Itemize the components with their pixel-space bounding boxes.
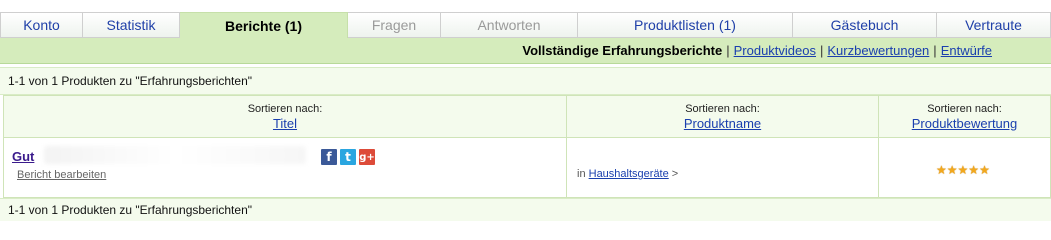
tab-produktlisten[interactable]: Produktlisten (1) bbox=[578, 12, 793, 38]
results-count-top: 1-1 von 1 Produkten zu "Erfahrungsberich… bbox=[0, 67, 1051, 95]
subnav-separator: | bbox=[726, 43, 730, 58]
column-header-title: Sortieren nach: Titel bbox=[3, 95, 567, 138]
social-share-buttons: f t g+ bbox=[321, 149, 375, 165]
column-header-product: Sortieren nach: Produktname bbox=[567, 95, 879, 138]
column-header-rating: Sortieren nach: Produktbewertung bbox=[879, 95, 1051, 138]
subnav-separator: | bbox=[820, 43, 824, 58]
star-icon: ★ bbox=[979, 163, 990, 177]
report-title-link[interactable]: Gut bbox=[12, 149, 34, 164]
subnav-link-produktvideos[interactable]: Produktvideos bbox=[734, 43, 816, 58]
table-row-product-cell: in Haushaltsgeräte > bbox=[567, 138, 879, 198]
tab-antworten: Antworten bbox=[441, 12, 578, 38]
facebook-icon[interactable]: f bbox=[321, 149, 337, 165]
results-count-text: 1-1 von 1 Produkten zu "Erfahrungsberich… bbox=[8, 74, 252, 88]
subnav-link-entwuerfe[interactable]: Entwürfe bbox=[941, 43, 992, 58]
table-row-rating-cell: ★ ★ ★ ★ ★ bbox=[879, 138, 1051, 198]
edit-report-link[interactable]: Bericht bearbeiten bbox=[17, 169, 106, 181]
report-subnav: Vollständige Erfahrungsberichte | Produk… bbox=[0, 38, 1051, 64]
category-suffix: > bbox=[671, 168, 679, 180]
star-icon: ★ bbox=[957, 163, 969, 177]
tab-fragen: Fragen bbox=[348, 12, 441, 38]
subnav-separator: | bbox=[933, 43, 937, 58]
tab-statistik[interactable]: Statistik bbox=[83, 12, 180, 38]
tab-vertraute[interactable]: Vertraute bbox=[937, 12, 1051, 38]
sort-by-title-link[interactable]: Titel bbox=[273, 116, 297, 131]
sort-label: Sortieren nach: bbox=[247, 103, 323, 115]
subnav-current: Vollständige Erfahrungsberichte bbox=[522, 43, 723, 58]
sort-label: Sortieren nach: bbox=[927, 103, 1002, 115]
table-row-title-cell: Gut Bericht bearbeiten f t g+ bbox=[3, 138, 567, 198]
tab-konto[interactable]: Konto bbox=[0, 12, 83, 38]
reports-table: Sortieren nach: Titel Sortieren nach: Pr… bbox=[0, 95, 1051, 198]
sort-by-rating-link[interactable]: Produktbewertung bbox=[912, 116, 1018, 131]
tab-gaestebuch[interactable]: Gästebuch bbox=[793, 12, 937, 38]
main-tab-bar: Konto Statistik Berichte (1) Fragen Antw… bbox=[0, 12, 1051, 39]
star-icon: ★ bbox=[946, 163, 958, 177]
results-count-text: 1-1 von 1 Produkten zu "Erfahrungsberich… bbox=[8, 203, 252, 217]
star-rating: ★ ★ ★ ★ ★ bbox=[936, 164, 990, 176]
category-link[interactable]: Haushaltsgeräte bbox=[589, 168, 669, 180]
category-prefix: in bbox=[577, 168, 586, 180]
subnav-link-kurzbewertungen[interactable]: Kurzbewertungen bbox=[827, 43, 929, 58]
product-category: in Haushaltsgeräte > bbox=[577, 168, 678, 180]
google-plus-icon[interactable]: g+ bbox=[359, 149, 375, 165]
star-icon: ★ bbox=[936, 163, 947, 177]
twitter-icon[interactable]: t bbox=[340, 149, 356, 165]
results-count-bottom: 1-1 von 1 Produkten zu "Erfahrungsberich… bbox=[0, 198, 1051, 221]
star-icon: ★ bbox=[968, 163, 980, 177]
blurred-content bbox=[44, 146, 306, 164]
sort-by-product-link[interactable]: Produktname bbox=[684, 116, 761, 131]
tab-berichte[interactable]: Berichte (1) bbox=[180, 12, 348, 39]
sort-label: Sortieren nach: bbox=[685, 103, 760, 115]
